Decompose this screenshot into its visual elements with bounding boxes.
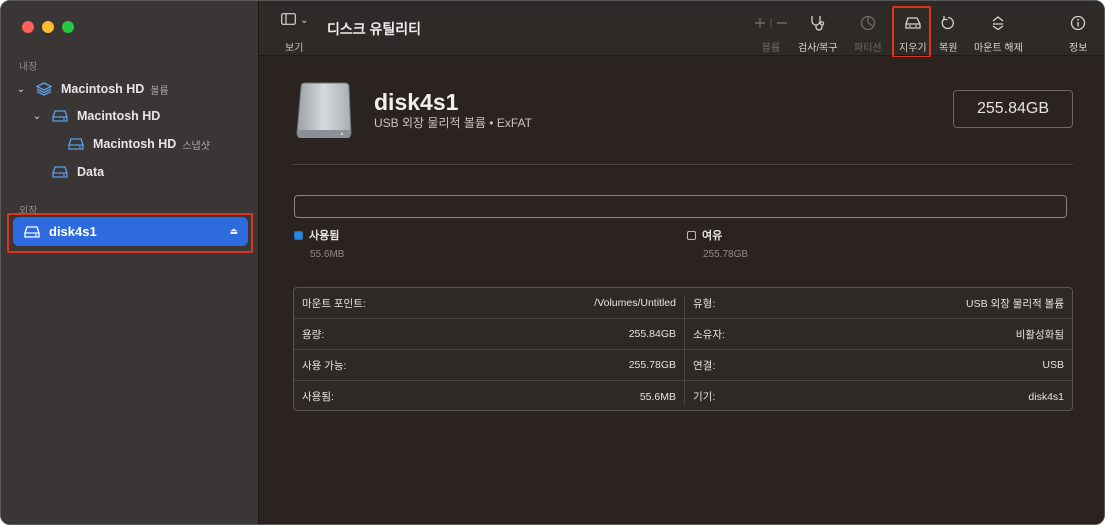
info-table: 마운트 포인트: /Volumes/Untitled 용량: 255.84GB … — [293, 287, 1073, 411]
info-row: 기기: disk4s1 — [685, 381, 1072, 412]
restore-label: 복원 — [939, 43, 958, 54]
restore-icon — [940, 13, 956, 33]
stack-layers-icon — [35, 82, 53, 96]
info-right-column: 유형: USB 외장 물리적 볼륨 소유자: 비활성화됨 연결: USB 기기:… — [685, 288, 1072, 412]
free-value: 255.78GB — [703, 249, 749, 260]
volume-button[interactable]: 볼륨 — [752, 13, 790, 54]
disk-description: USB 외장 물리적 볼륨 • ExFAT — [374, 116, 532, 130]
info-row: 연결: USB — [685, 350, 1072, 381]
free-swatch — [687, 230, 696, 240]
highlight-box-erase — [892, 6, 931, 58]
info-key: 소유자: — [693, 328, 725, 341]
unmount-button[interactable]: 마운트 해제 — [974, 13, 1023, 54]
highlight-box-sidebar — [7, 213, 253, 253]
info-value: 255.84GB — [628, 328, 676, 340]
stethoscope-icon — [809, 13, 827, 33]
info-row: 사용됨: 55.6MB — [294, 381, 684, 412]
info-key: 사용 가능: — [302, 359, 347, 372]
info-row: 마운트 포인트: /Volumes/Untitled — [294, 288, 684, 319]
usage-bar — [294, 195, 1067, 218]
internal-section-label: 내장 — [19, 62, 38, 73]
sidebar-item-data[interactable]: Data — [1, 159, 259, 185]
used-value: 55.6MB — [310, 249, 345, 260]
info-value: disk4s1 — [1028, 390, 1064, 403]
free-label: 여유 — [702, 230, 723, 242]
sidebar-item-macintosh-hd-snapshot[interactable]: Macintosh HD 스냅샷 — [1, 131, 259, 157]
info-key: 기기: — [693, 391, 716, 403]
disk-name: disk4s1 — [374, 89, 459, 115]
minimize-window-button[interactable] — [42, 21, 54, 33]
info-key: 마운트 포인트: — [302, 297, 366, 310]
pie-chart-icon — [860, 13, 876, 33]
divider — [293, 164, 1073, 165]
info-label: 정보 — [1069, 43, 1088, 54]
disk-utility-window: 내장 ⌄ Macintosh HD 볼륨 ⌄ Macintosh HD Maci… — [0, 0, 1105, 525]
partition-button[interactable]: 파티션 — [854, 13, 882, 54]
used-label: 사용됨 — [309, 230, 340, 242]
info-row: 유형: USB 외장 물리적 볼륨 — [685, 288, 1072, 319]
chevron-down-icon[interactable]: ⌄ — [31, 111, 43, 122]
used-legend: 사용됨 — [294, 227, 339, 243]
zoom-window-button[interactable] — [62, 21, 74, 33]
sidebar-item-label: Macintosh HD — [77, 109, 161, 123]
info-icon — [1070, 13, 1086, 33]
app-title: 디스크 유틸리티 — [327, 21, 422, 37]
chevron-down-icon: ⌄ — [300, 15, 309, 26]
free-legend: 여유 — [687, 227, 722, 243]
sidebar-item-macintosh-hd-container[interactable]: ⌄ Macintosh HD — [1, 103, 259, 129]
close-window-button[interactable] — [22, 21, 34, 33]
first-aid-button[interactable]: 검사/복구 — [798, 13, 838, 54]
sidebar-item-label: Data — [77, 165, 105, 179]
sidebar-item-macintosh-hd-volume[interactable]: ⌄ Macintosh HD 볼륨 — [1, 76, 259, 102]
info-value: USB 외장 물리적 볼륨 — [966, 297, 1064, 310]
sidebar-item-label: Macintosh HD — [93, 137, 177, 151]
info-key: 유형: — [693, 297, 716, 310]
info-value: /Volumes/Untitled — [594, 297, 676, 309]
sidebar-item-sub: 스냅샷 — [182, 140, 210, 152]
sidebar-item-sub: 볼륨 — [150, 85, 169, 97]
restore-button[interactable]: 복원 — [939, 13, 957, 54]
hard-drive-icon — [67, 137, 85, 151]
plus-minus-icon — [752, 13, 790, 33]
info-row: 사용 가능: 255.78GB — [294, 350, 684, 381]
main-panel: ⌄ 보기 디스크 유틸리티 볼륨 검사/복구 파티션 지우기 복원 마운트 해제… — [259, 1, 1104, 524]
unmount-icon — [990, 13, 1006, 33]
toolbar: ⌄ 보기 디스크 유틸리티 볼륨 검사/복구 파티션 지우기 복원 마운트 해제… — [259, 1, 1104, 58]
info-value: 비활성화됨 — [1015, 328, 1064, 341]
disk-capacity-box: 255.84GB — [953, 90, 1073, 128]
info-key: 연결: — [693, 359, 716, 372]
info-value: USB — [1042, 359, 1064, 371]
info-row: 용량: 255.84GB — [294, 319, 684, 350]
hard-drive-icon — [51, 165, 69, 179]
sidebar-toggle-icon — [281, 13, 296, 28]
first-aid-label: 검사/복구 — [798, 43, 838, 54]
unmount-label: 마운트 해제 — [974, 43, 1023, 54]
info-row: 소유자: 비활성화됨 — [685, 319, 1072, 350]
info-value: 255.78GB — [628, 359, 676, 371]
view-menu-button[interactable]: ⌄ — [281, 13, 308, 28]
chevron-down-icon[interactable]: ⌄ — [15, 84, 27, 95]
sidebar-item-label: Macintosh HD — [61, 82, 145, 96]
info-key: 용량: — [302, 328, 325, 341]
info-button[interactable]: 정보 — [1069, 13, 1087, 54]
hard-drive-icon — [51, 109, 69, 123]
content-area: disk4s1 USB 외장 물리적 볼륨 • ExFAT 255.84GB 사… — [259, 57, 1104, 524]
partition-label: 파티션 — [854, 43, 882, 54]
info-key: 사용됨: — [302, 391, 334, 403]
window-controls — [22, 21, 74, 33]
used-swatch — [294, 230, 303, 240]
volume-label: 볼륨 — [761, 43, 781, 54]
info-left-column: 마운트 포인트: /Volumes/Untitled 용량: 255.84GB … — [294, 288, 684, 412]
sidebar: 내장 ⌄ Macintosh HD 볼륨 ⌄ Macintosh HD Maci… — [1, 1, 259, 524]
external-disk-icon — [295, 81, 353, 141]
view-label: 보기 — [285, 43, 304, 54]
info-value: 55.6MB — [639, 390, 676, 403]
